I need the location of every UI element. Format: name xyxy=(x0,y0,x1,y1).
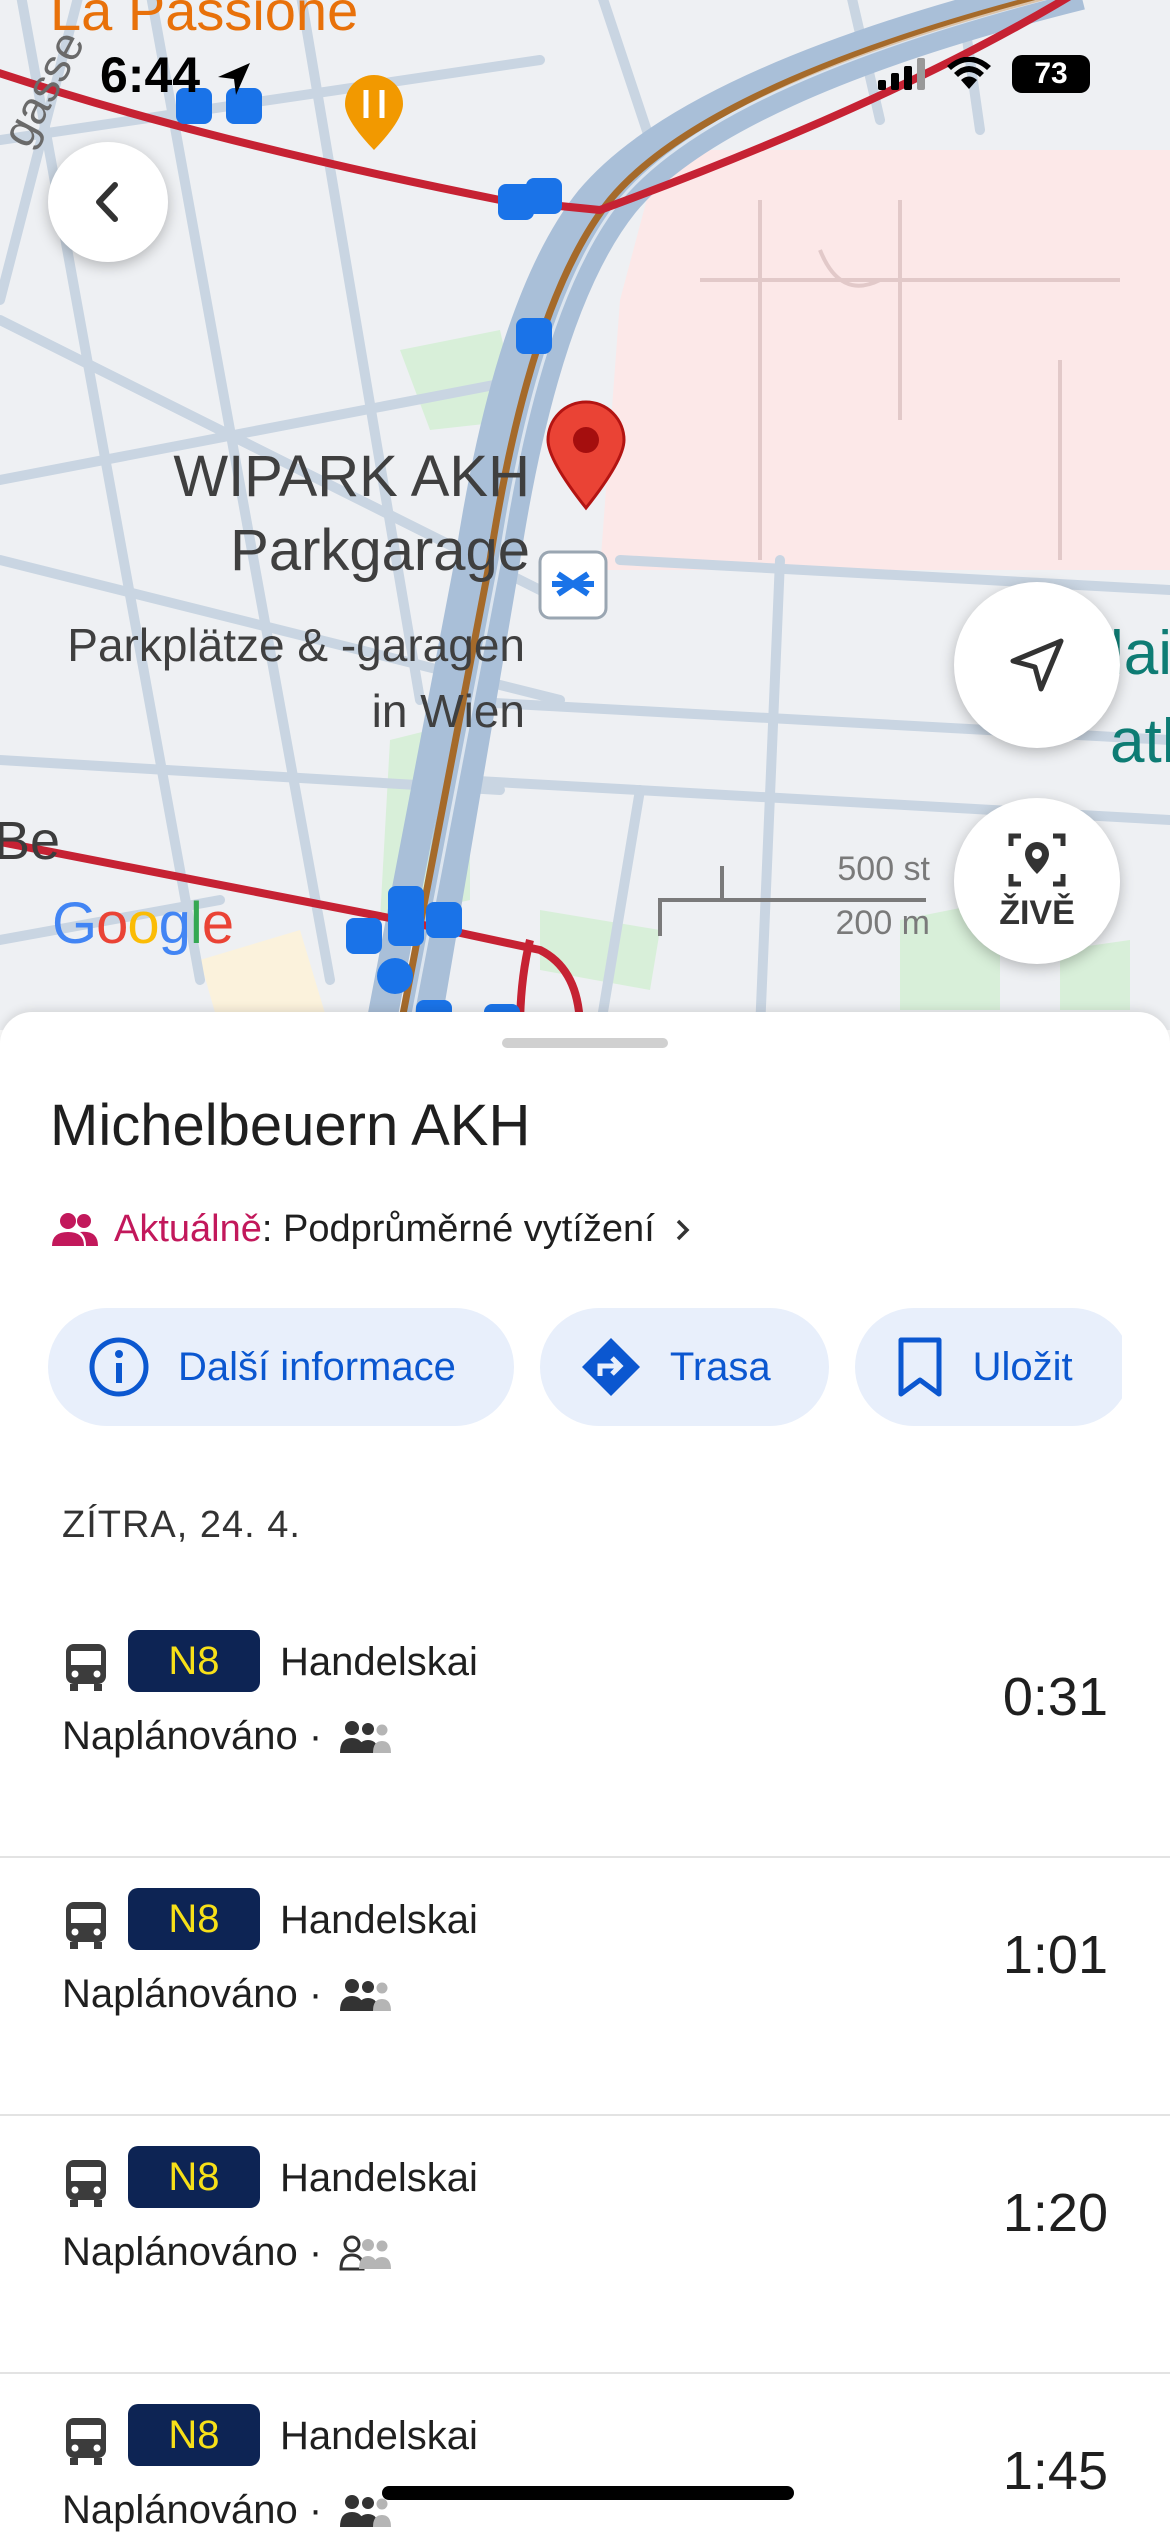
status-text: Naplánováno · xyxy=(62,1714,323,1758)
logo-letter: l xyxy=(189,891,203,956)
departure-status: Naplánováno · xyxy=(62,2230,394,2275)
google-logo: Google xyxy=(52,890,234,957)
wifi-icon xyxy=(947,57,991,89)
crowd-level-icon xyxy=(339,2235,392,2270)
more-info-label: Další informace xyxy=(178,1344,456,1389)
logo-letter: o xyxy=(96,891,128,956)
departure-time: 0:31 xyxy=(1002,1667,1108,1727)
live-view-icon xyxy=(1008,833,1066,886)
poi-label-partial: lai ath xyxy=(1110,610,1170,786)
directions-label: Trasa xyxy=(669,1344,771,1389)
status-indicators: 73 xyxy=(878,55,1090,93)
map-view[interactable]: La Passione gasse WIPARK AKH Parkgarage … xyxy=(0,0,1170,1030)
bus-icon xyxy=(66,2160,106,2207)
departure-row[interactable]: N8 Handelskai Naplánováno · 0:31 xyxy=(0,1600,1170,1858)
departure-row[interactable]: N8 Handelskai Naplánováno · 1:01 xyxy=(0,1858,1170,2116)
restaurant-marker[interactable] xyxy=(345,75,403,150)
departure-time: 1:01 xyxy=(1002,1925,1108,1985)
place-sheet[interactable]: Michelbeuern AKH Aktuálně : Podprůměrné … xyxy=(0,1012,1170,2532)
departure-time: 1:20 xyxy=(1002,2183,1108,2243)
info-icon xyxy=(89,1337,149,1397)
parking-icon[interactable] xyxy=(538,550,608,620)
garage-category-label: Parkplätze & -garagen in Wien xyxy=(0,612,525,744)
destination: Handelskai xyxy=(280,2156,478,2200)
garage-name-line2: Parkgarage xyxy=(230,518,530,583)
back-button[interactable] xyxy=(48,142,168,262)
live-view-button[interactable]: ŽIVĚ xyxy=(954,798,1120,964)
live-view-label: ŽIVĚ xyxy=(999,893,1075,932)
line-badge: N8 xyxy=(128,2404,260,2466)
departure-status: Naplánováno · xyxy=(62,1972,394,2017)
crowd-label: Aktuálně xyxy=(114,1208,262,1250)
garage-category-line2: in Wien xyxy=(371,685,525,737)
restaurant-label[interactable]: La Passione xyxy=(50,0,358,43)
bus-icon xyxy=(66,1644,106,1691)
bookmark-icon xyxy=(898,1337,942,1397)
more-info-button[interactable]: Další informace xyxy=(48,1308,514,1426)
battery-indicator: 73 xyxy=(1012,55,1090,93)
bus-icon xyxy=(66,1902,106,1949)
my-location-button[interactable] xyxy=(954,582,1120,748)
navigation-arrow-icon xyxy=(1010,638,1064,692)
people-icon xyxy=(52,1212,98,1246)
status-text: Naplánováno · xyxy=(62,2230,323,2274)
scale-imperial: 500 st xyxy=(837,850,930,888)
cellular-signal-icon xyxy=(878,58,925,90)
departure-row[interactable]: N8 Handelskai Naplánováno · 1:45 xyxy=(0,2374,1170,2532)
bus-icon xyxy=(66,2418,106,2465)
crowd-value: : Podprůměrné vytížení xyxy=(261,1208,655,1250)
departure-status: Naplánováno · xyxy=(62,2488,394,2532)
garage-category-line1: Parkplätze & -garagen xyxy=(67,619,525,671)
logo-letter: G xyxy=(52,891,97,956)
line-badge: N8 xyxy=(128,1888,260,1950)
destination: Handelskai xyxy=(280,1640,478,1684)
street-label-be: Be xyxy=(0,811,61,871)
departures-date-header: ZÍTRA, 24. 4. xyxy=(62,1504,301,1546)
logo-letter: e xyxy=(201,891,234,956)
location-arrow-icon xyxy=(217,62,250,95)
departure-row[interactable]: N8 Handelskai Naplánováno · 1:20 xyxy=(0,2116,1170,2374)
garage-name-label[interactable]: WIPARK AKH Parkgarage xyxy=(120,440,530,588)
home-indicator[interactable] xyxy=(382,2486,794,2500)
place-title: Michelbeuern AKH xyxy=(50,1093,531,1158)
save-button[interactable]: Uložit xyxy=(854,1308,1122,1426)
chevron-left-icon xyxy=(96,182,118,222)
destination: Handelskai xyxy=(280,2414,478,2458)
directions-button[interactable]: Trasa xyxy=(539,1308,829,1426)
status-time: 6:44 xyxy=(100,46,254,104)
logo-letter: o xyxy=(127,891,159,956)
line-badge: N8 xyxy=(128,1630,260,1692)
scale-metric: 200 m xyxy=(835,904,931,942)
logo-letter: g xyxy=(158,891,191,956)
action-chips: Další informace Trasa Uložit xyxy=(48,1308,1122,1428)
departure-time: 1:45 xyxy=(1002,2441,1108,2501)
departure-status: Naplánováno · xyxy=(62,1714,394,1759)
save-label: Uložit xyxy=(972,1344,1073,1389)
map-scale: 500 st 200 m xyxy=(650,850,931,950)
garage-name-line1: WIPARK AKH xyxy=(173,444,530,509)
crowd-level-icon xyxy=(340,1720,392,1753)
poi-label-line2: ath xyxy=(1110,707,1170,776)
crowd-status-link[interactable]: Aktuálně : Podprůměrné vytížení xyxy=(50,1208,697,1251)
line-badge: N8 xyxy=(128,2146,260,2208)
status-text: Naplánováno · xyxy=(62,2488,323,2532)
chevron-right-icon xyxy=(676,1219,690,1240)
status-text: Naplánováno · xyxy=(62,1972,323,2016)
status-time-text: 6:44 xyxy=(100,47,201,103)
directions-icon xyxy=(581,1338,640,1396)
crowd-level-icon xyxy=(340,1978,392,2011)
sheet-drag-handle[interactable] xyxy=(502,1038,668,1048)
destination: Handelskai xyxy=(280,1898,478,1942)
